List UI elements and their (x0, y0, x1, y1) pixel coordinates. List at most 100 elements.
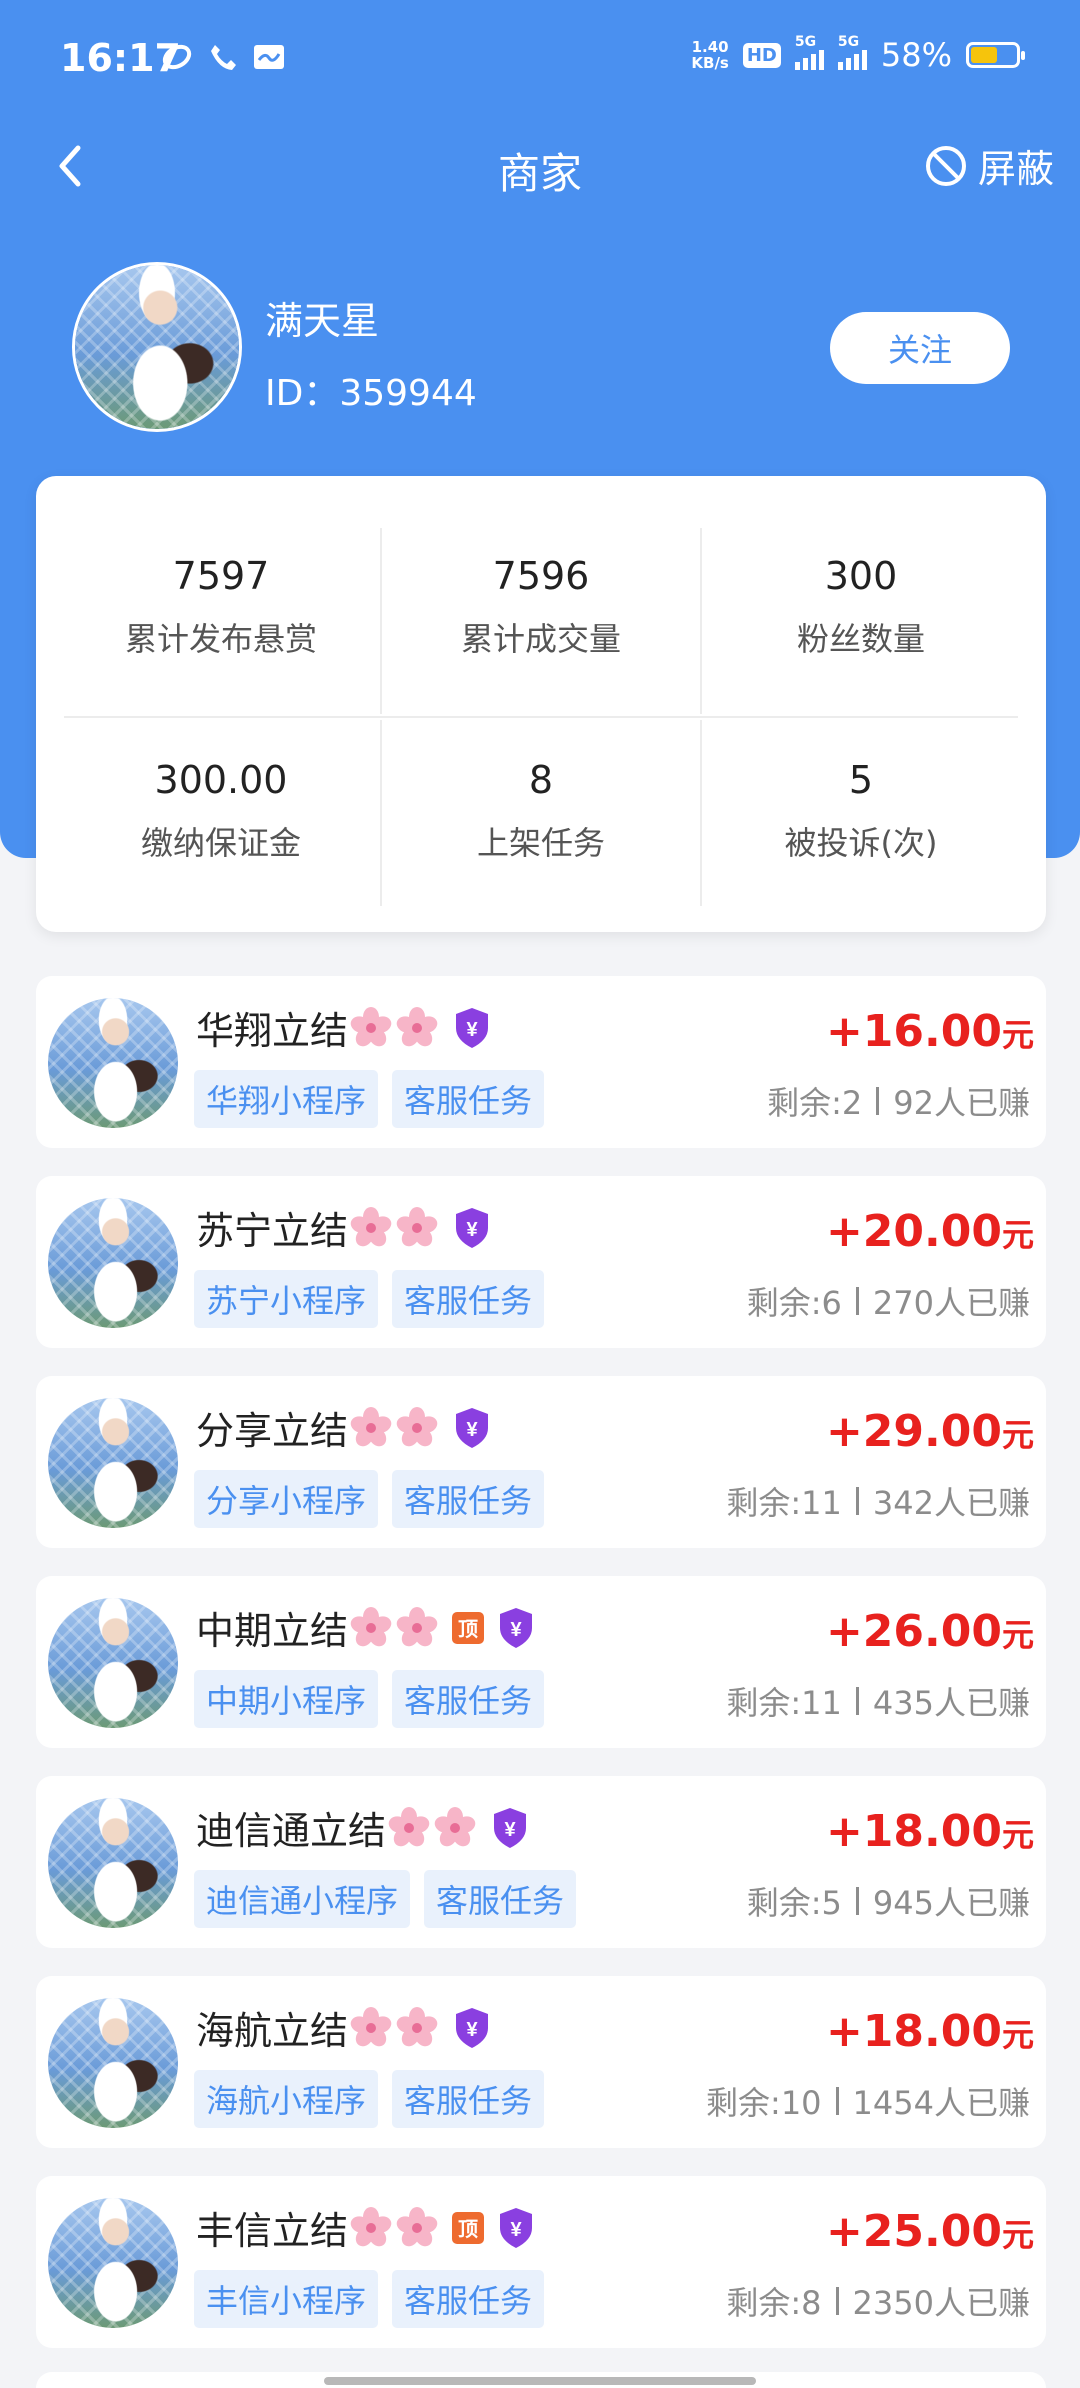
flower-icon (350, 2206, 392, 2246)
task-item[interactable]: 海航立结 ¥ 海航小程序 客服任务 +18.00元 剩余:10 1454人已赚 (36, 1976, 1046, 2148)
task-remaining: 剩余:6 (746, 1284, 842, 1322)
task-title: 中期立结 (196, 1609, 349, 1653)
tag-task-type: 客服任务 (392, 1070, 545, 1128)
task-meta: 剩余:11 342人已赚 (726, 1478, 1030, 1524)
flower-icon (396, 2006, 438, 2046)
shield-yuan-icon: ¥ (456, 1207, 489, 1248)
status-right-icons: 1.40 KB/s HD 5G 5G 58% (691, 34, 1025, 74)
shield-yuan-icon: ¥ (456, 1007, 489, 1048)
task-reward: +26.00元 (826, 1606, 1034, 1657)
task-item[interactable]: 华翔立结 ¥ 华翔小程序 客服任务 +16.00元剩余:2 92人已赚 (36, 976, 1046, 1148)
task-title: 迪信通立结 (196, 1809, 387, 1853)
follow-button[interactable]: 关注 (830, 312, 1010, 384)
status-notification-icons (160, 40, 286, 74)
flower-icon (434, 1806, 476, 1846)
task-avatar (48, 1198, 178, 1328)
block-label: 屏蔽 (977, 147, 1054, 191)
task-item[interactable]: 丰信立结 顶 ¥ 丰信小程序 客服任务 +25.00元 剩余:8 2350人已赚 (36, 2176, 1046, 2348)
task-title: 分享立结 (196, 1409, 349, 1453)
tag-task-type: 客服任务 (424, 1870, 577, 1928)
stat-label: 上架任务 (476, 824, 605, 862)
task-earned-count: 270人已赚 (872, 1284, 1030, 1322)
task-meta: 剩余:11 435人已赚 (726, 1678, 1030, 1724)
svg-text:¥: ¥ (466, 1019, 478, 1041)
task-meta: 剩余:10 1454人已赚 (706, 2078, 1030, 2124)
shield-yuan-icon: ¥ (500, 2207, 533, 2248)
signal-2-label: 5G (837, 34, 860, 50)
top-badge: 顶 (452, 1611, 485, 1644)
status-bar: 16:17 1.40 KB/s HD 5G 5G 58% (0, 0, 1080, 118)
task-earned-count: 1454人已赚 (852, 2084, 1030, 2122)
tag-task-type: 客服任务 (392, 2070, 545, 2128)
tag-miniprogram: 海航小程序 (194, 2070, 379, 2128)
task-avatar (48, 2198, 178, 2328)
stat-label: 累计成交量 (460, 620, 621, 658)
task-item[interactable]: 苏宁立结 ¥ 苏宁小程序 客服任务 +20.00元 剩余:6 270人已赚 (36, 1176, 1046, 1348)
task-title-row: 中期立结 顶 ¥ (196, 1600, 536, 1655)
task-tags: 迪信通小程序 客服任务 (194, 1870, 577, 1928)
reward-amount: +25.00 (825, 2206, 1002, 2257)
task-item[interactable]: 分享立结 ¥ 分享小程序 客服任务 +29.00元 剩余:11 342人已赚 (36, 1376, 1046, 1548)
reward-unit: 元 (1001, 1416, 1034, 1454)
flower-icon (396, 1006, 438, 1046)
task-earned-count: 945人已赚 (872, 1884, 1030, 1922)
separator (855, 1287, 859, 1315)
merchant-id: ID：359944 (265, 373, 477, 414)
task-reward: +18.00元 (826, 1806, 1034, 1857)
stat-value: 300 (824, 554, 898, 598)
task-title: 丰信立结 (196, 2209, 349, 2253)
reward-amount: +18.00 (825, 2006, 1002, 2057)
stat-total-deals: 7596 累计成交量 (381, 554, 701, 660)
tag-miniprogram: 丰信小程序 (194, 2270, 379, 2328)
reward-unit: 元 (1001, 1216, 1034, 1254)
tag-task-type: 客服任务 (392, 1670, 545, 1728)
task-item[interactable]: 迪信通立结 ¥ 迪信通小程序 客服任务 +18.00元剩余:5 945人已赚 (36, 1776, 1046, 1948)
stat-label: 被投诉(次) (784, 824, 938, 862)
task-title-row: 丰信立结 顶 ¥ (196, 2200, 536, 2255)
task-remaining: 剩余:2 (767, 1084, 863, 1122)
shield-yuan-icon: ¥ (456, 1407, 489, 1448)
task-remaining: 剩余:5 (746, 1884, 842, 1922)
svg-text:¥: ¥ (510, 1619, 522, 1641)
flower-icon (350, 1406, 392, 1446)
svg-text:¥: ¥ (466, 2019, 478, 2041)
task-tags: 海航小程序 客服任务 (194, 2070, 545, 2128)
task-item[interactable]: 中期立结 顶 ¥ 中期小程序 客服任务 +26.00元 剩余:11 435人已赚 (36, 1576, 1046, 1748)
flower-icon (350, 1206, 392, 1246)
stat-value: 7597 (172, 554, 270, 598)
battery-percent: 58% (880, 36, 952, 74)
tag-miniprogram: 苏宁小程序 (194, 1270, 379, 1328)
tag-task-type: 客服任务 (392, 1470, 545, 1528)
task-earned-count: 342人已赚 (872, 1484, 1030, 1522)
reward-amount: +16.00 (825, 1006, 1002, 1057)
shield-yuan-icon: ¥ (494, 1807, 527, 1848)
flower-icon (350, 1606, 392, 1646)
top-badge: 顶 (452, 2211, 485, 2244)
task-meta: 剩余:8 2350人已赚 (726, 2278, 1030, 2324)
reward-amount: +20.00 (825, 1206, 1002, 1257)
nav-bar: 商家 屏蔽 (0, 118, 1080, 212)
stats-card: 7597 累计发布悬赏 7596 累计成交量 300 粉丝数量 300.00 缴… (36, 476, 1046, 932)
block-button[interactable]: 屏蔽 (924, 138, 1054, 193)
separator (876, 1087, 880, 1115)
task-tags: 华翔小程序 客服任务 (194, 1070, 545, 1128)
home-indicator[interactable] (324, 2377, 756, 2385)
task-tags: 苏宁小程序 客服任务 (194, 1270, 545, 1328)
task-title-row: 分享立结 ¥ (196, 1400, 492, 1455)
flower-icon (396, 2206, 438, 2246)
task-meta: 剩余:2 92人已赚 (767, 1078, 1030, 1124)
task-remaining: 剩余:11 (726, 1484, 842, 1522)
network-speed: 1.40 KB/s (691, 39, 728, 71)
shield-yuan-icon: ¥ (456, 2007, 489, 2048)
mail-icon (252, 40, 286, 74)
task-tags: 丰信小程序 客服任务 (194, 2270, 545, 2328)
flower-icon (396, 1206, 438, 1246)
task-reward: +16.00元 (826, 1006, 1034, 1057)
tag-miniprogram: 分享小程序 (194, 1470, 379, 1528)
flower-icon (350, 2006, 392, 2046)
task-meta: 剩余:5 945人已赚 (747, 1878, 1030, 1924)
separator (855, 1487, 859, 1515)
task-reward: +20.00元 (826, 1206, 1034, 1257)
separator (855, 1687, 859, 1715)
task-title: 华翔立结 (196, 1009, 349, 1053)
